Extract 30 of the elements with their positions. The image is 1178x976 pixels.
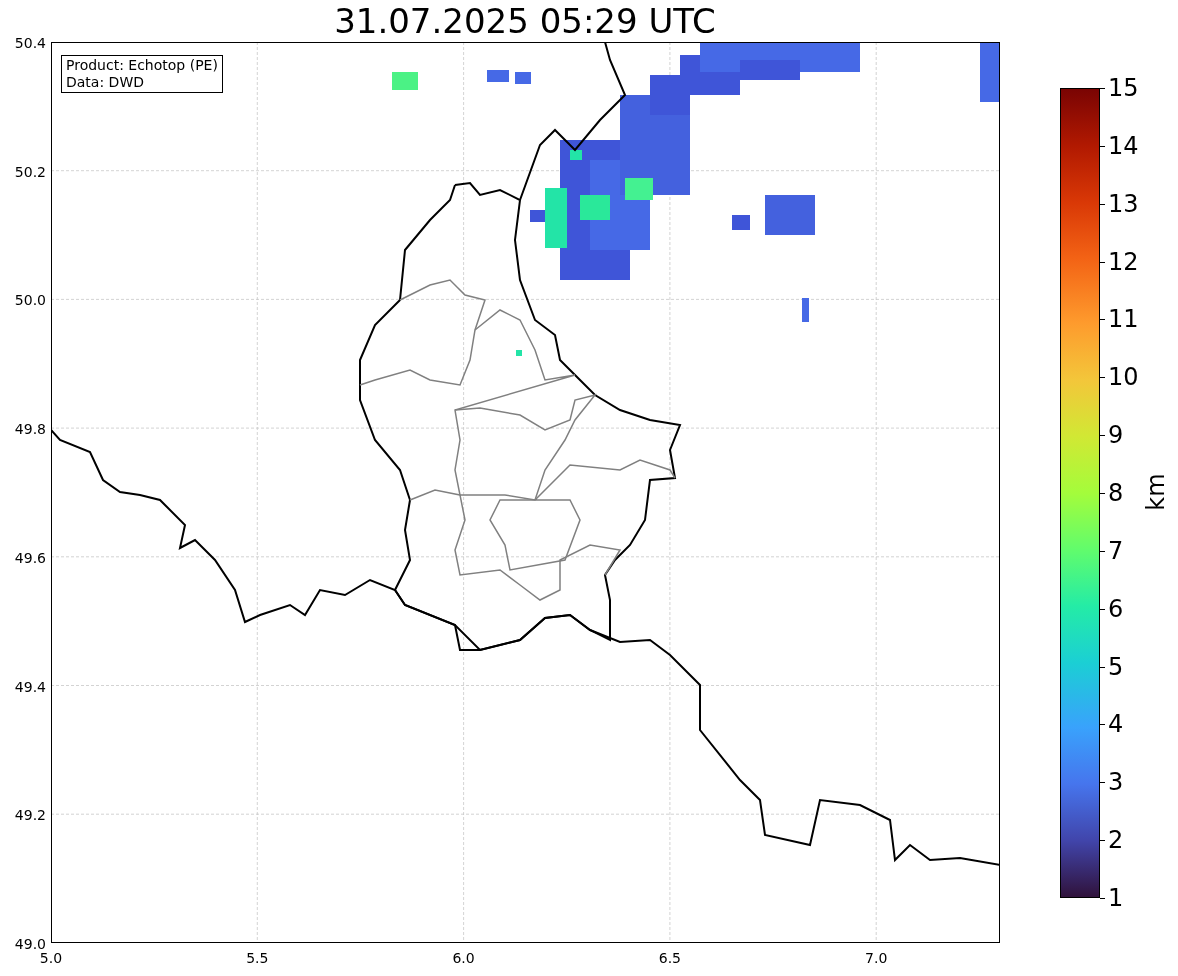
colorbar-tick-label: 15 [1108,74,1139,102]
x-tick-label: 5.5 [245,949,270,968]
colorbar-tick-label: 10 [1108,363,1139,392]
y-tick-label: 49.8 [13,420,46,440]
colorbar-tick-label: 9 [1108,421,1124,450]
y-tick-label: 50.2 [13,162,46,182]
y-tick-label: 49.6 [13,548,46,568]
y-tick-label: 50.4 [13,34,46,53]
x-tick-label: 6.5 [657,949,682,968]
colorbar-tick-label: 5 [1108,652,1124,681]
info-text: Product: Echotop (PE) [66,57,218,74]
colorbar-tick-label: 7 [1108,536,1124,565]
colorbar-tick-label: 12 [1108,247,1139,276]
x-tick-label: 6.0 [451,949,476,968]
info-text: Data: DWD [66,74,145,91]
colorbar-tick-label: 6 [1108,594,1124,623]
y-tick-label: 49.2 [13,806,46,826]
colorbar-tick-label: 4 [1108,710,1124,739]
colorbar-tick-label: 2 [1108,826,1124,855]
colorbar-tick-label: 1 [1108,884,1124,912]
colorbar-tick-label: 14 [1108,131,1139,160]
y-tick-label: 49.4 [13,677,46,697]
colorbar-tick-label: 11 [1108,305,1139,334]
chart-title: 31.07.2025 05:29 UTC [333,0,717,42]
colorbar-label: km [1142,472,1170,512]
colorbar-tick-label: 3 [1108,768,1124,797]
colorbar-tick-label: 8 [1108,479,1124,507]
colorbar-tick-label: 13 [1108,189,1139,218]
x-tick-label: 7.0 [864,949,889,968]
y-tick-label: 50.0 [13,291,46,311]
